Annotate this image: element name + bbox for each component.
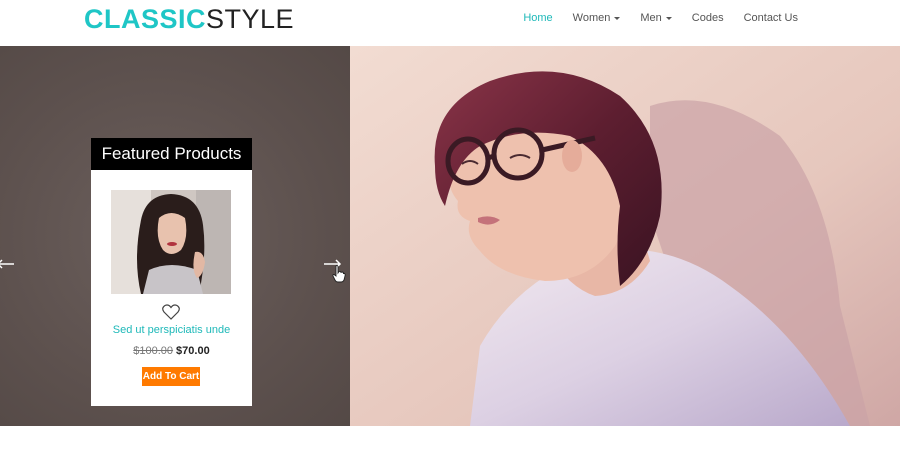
product-prices: $100.00 $70.00 bbox=[91, 345, 252, 357]
nav-men-label: Men bbox=[640, 12, 662, 24]
site-logo[interactable]: CLASSICSTYLE bbox=[84, 3, 294, 35]
nav-men[interactable]: Men bbox=[630, 12, 681, 24]
featured-product-card: Featured Products Sed ut perspiciatis un… bbox=[91, 138, 252, 406]
hero-photo bbox=[350, 46, 900, 426]
old-price: $100.00 bbox=[133, 345, 174, 357]
hero-slider: Featured Products Sed ut perspiciatis un… bbox=[0, 46, 900, 426]
site-header: CLASSICSTYLE Home Women Men Codes Contac… bbox=[0, 0, 900, 46]
product-name-link[interactable]: Sed ut perspiciatis unde bbox=[91, 324, 252, 336]
nav-home-label: Home bbox=[523, 12, 553, 24]
logo-bold-text: CLASSIC bbox=[84, 4, 207, 34]
product-image[interactable] bbox=[111, 190, 231, 294]
nav-contact[interactable]: Contact Us bbox=[734, 12, 808, 24]
nav-contact-label: Contact Us bbox=[743, 12, 798, 24]
hand-cursor-icon bbox=[332, 265, 346, 283]
caret-down-icon bbox=[614, 16, 621, 20]
logo-light-text: STYLE bbox=[206, 4, 295, 34]
nav-codes[interactable]: Codes bbox=[682, 12, 734, 24]
new-price: $70.00 bbox=[176, 345, 210, 357]
heart-icon[interactable] bbox=[162, 304, 180, 320]
nav-home[interactable]: Home bbox=[513, 12, 562, 24]
caret-down-icon bbox=[665, 16, 672, 20]
nav-women-label: Women bbox=[572, 12, 611, 24]
arrow-left-icon[interactable] bbox=[0, 259, 16, 269]
nav-codes-label: Codes bbox=[691, 12, 724, 24]
nav-women[interactable]: Women bbox=[563, 12, 631, 24]
featured-title: Featured Products bbox=[91, 138, 252, 170]
add-to-cart-button[interactable]: Add To Cart bbox=[142, 367, 200, 386]
main-nav: Home Women Men Codes Contact Us bbox=[513, 0, 808, 36]
